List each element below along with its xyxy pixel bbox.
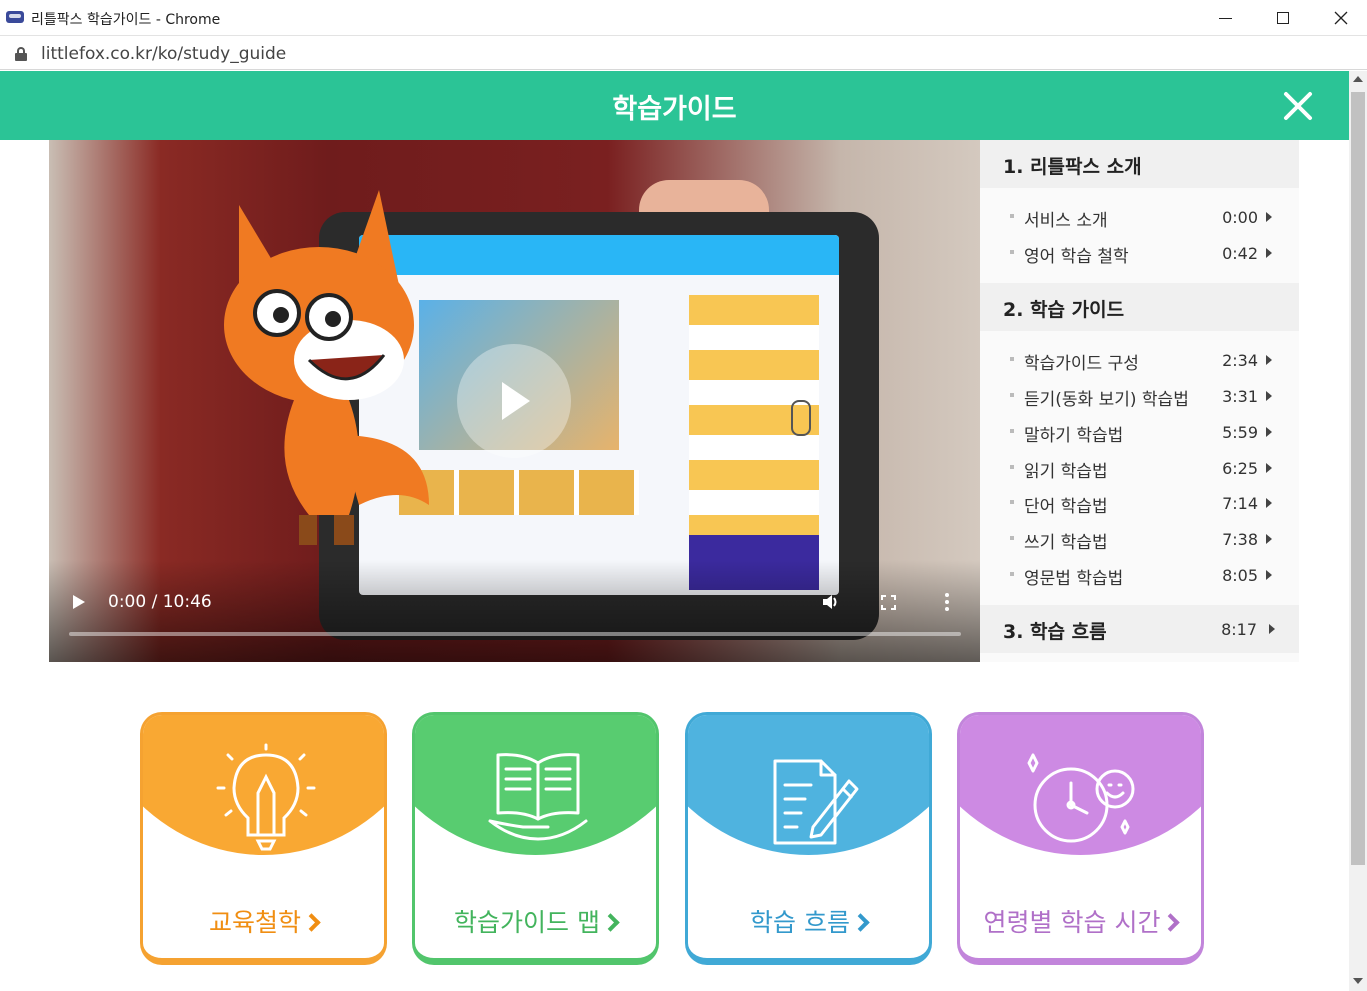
chapter-section-3[interactable]: 3. 학습 흐름 8:17 (980, 605, 1299, 653)
more-options-icon[interactable] (944, 593, 950, 611)
video-player[interactable]: 0:00 / 10:46 (49, 140, 980, 662)
play-arrow-icon (1266, 427, 1272, 437)
play-arrow-icon (1266, 498, 1272, 508)
chapter-item-time: 2:34 (1222, 351, 1258, 370)
chapter-item-time: 8:05 (1222, 566, 1258, 585)
section-title: 2. 학습 가이드 (1003, 299, 1125, 321)
chapter-section-1[interactable]: 1. 리틀팍스 소개 (980, 140, 1299, 188)
chevron-right-icon (851, 913, 870, 932)
window-title: 리틀팍스 학습가이드 - Chrome (31, 12, 221, 28)
url-text[interactable]: littlefox.co.kr/ko/study_guide (41, 44, 286, 64)
document-pen-icon (773, 759, 859, 845)
chapter-item-time: 5:59 (1222, 423, 1258, 442)
page-header: 학습가이드 (0, 71, 1349, 140)
chevron-right-icon (1161, 913, 1181, 932)
card-study-flow[interactable]: 학습 흐름 (685, 712, 932, 965)
chapter-item[interactable]: 듣기(동화 보기) 학습법 3:31 (980, 379, 1299, 415)
card-label: 학습 흐름 (750, 908, 850, 937)
video-progress-bar[interactable] (69, 632, 961, 636)
littlefox-logo-icon (6, 11, 24, 23)
chapter-item-label: 학습가이드 구성 (1024, 354, 1139, 374)
play-arrow-icon (1266, 212, 1272, 222)
scroll-down-icon[interactable] (1353, 978, 1363, 984)
section-title: 3. 학습 흐름 (1003, 621, 1107, 643)
chapter-section-2[interactable]: 2. 학습 가이드 (980, 283, 1299, 331)
play-arrow-icon (1266, 391, 1272, 401)
open-book-hand-icon (488, 753, 588, 841)
chapter-item-label: 쓰기 학습법 (1024, 533, 1108, 553)
card-study-time-by-age[interactable]: 연령별 학습 시간 (957, 712, 1204, 965)
volume-icon[interactable] (821, 592, 841, 612)
close-icon (1334, 11, 1348, 25)
video-frame-home-button (791, 400, 811, 436)
chapter-item-label: 영어 학습 철학 (1024, 247, 1129, 267)
play-arrow-icon (1266, 355, 1272, 365)
scrollbar-thumb[interactable] (1351, 92, 1365, 865)
window-titlebar: 리틀팍스 학습가이드 - Chrome (0, 0, 1367, 36)
chapter-item[interactable]: 말하기 학습법 5:59 (980, 415, 1299, 451)
play-arrow-icon (1266, 534, 1272, 544)
scroll-up-icon[interactable] (1353, 76, 1363, 82)
chapter-item-label: 말하기 학습법 (1024, 426, 1124, 446)
chapter-item[interactable]: 학습가이드 구성 2:34 (980, 343, 1299, 379)
lightbulb-pencil-icon (216, 743, 316, 851)
chapter-item-time: 7:14 (1222, 494, 1258, 513)
chevron-right-icon (302, 913, 321, 932)
section-title: 1. 리틀팍스 소개 (1003, 156, 1142, 178)
close-icon[interactable] (1276, 85, 1318, 127)
chapter-item[interactable]: 서비스 소개 0:00 (980, 200, 1299, 236)
play-arrow-icon (1266, 248, 1272, 258)
chapter-item-label: 읽기 학습법 (1024, 462, 1108, 482)
chapter-item-label: 영문법 학습법 (1024, 569, 1124, 589)
card-study-guide-map[interactable]: 학습가이드 맵 (412, 712, 659, 965)
play-arrow-icon (1266, 570, 1272, 580)
chapter-item[interactable]: 단어 학습법 7:14 (980, 486, 1299, 522)
page-title: 학습가이드 (612, 94, 737, 125)
minimize-icon (1218, 17, 1232, 19)
card-label: 교육철학 (208, 908, 301, 937)
fox-mascot-icon (224, 190, 429, 545)
chapter-item-label: 서비스 소개 (1024, 211, 1108, 231)
chapter-item-time: 0:00 (1222, 208, 1258, 227)
video-time: 0:00 / 10:46 (108, 592, 212, 612)
chapter-item[interactable]: 영어 학습 철학 0:42 (980, 236, 1299, 272)
play-arrow-icon (1266, 463, 1272, 473)
card-label: 연령별 학습 시간 (983, 908, 1161, 937)
chapter-item-time: 0:42 (1222, 244, 1258, 263)
section-time: 8:17 (1221, 620, 1257, 639)
big-play-button[interactable] (457, 344, 571, 458)
chapter-panel: 1. 리틀팍스 소개 서비스 소개 0:00 영어 학습 철학 0:42 2. … (980, 140, 1299, 662)
lock-icon (15, 47, 27, 61)
chapter-item-time: 6:25 (1222, 459, 1258, 478)
play-arrow-icon (1269, 624, 1275, 634)
chapter-item-time: 3:31 (1222, 387, 1258, 406)
chapter-item-label: 단어 학습법 (1024, 497, 1108, 517)
maximize-icon (1277, 12, 1289, 24)
window-close-button[interactable] (1312, 0, 1367, 36)
card-label: 학습가이드 맵 (454, 908, 600, 937)
chapter-item-time: 7:38 (1222, 530, 1258, 549)
card-education-philosophy[interactable]: 교육철학 (140, 712, 387, 965)
play-icon[interactable] (73, 595, 85, 609)
fullscreen-icon[interactable] (881, 595, 896, 610)
chevron-right-icon (601, 913, 620, 932)
maximize-button[interactable] (1254, 0, 1312, 36)
clock-face-icon (1027, 753, 1135, 843)
chapter-item[interactable]: 읽기 학습법 6:25 (980, 451, 1299, 487)
chapter-item[interactable]: 영문법 학습법 8:05 (980, 558, 1299, 594)
chapter-item-label: 듣기(동화 보기) 학습법 (1024, 390, 1189, 410)
minimize-button[interactable] (1196, 0, 1254, 36)
chapter-item[interactable]: 쓰기 학습법 7:38 (980, 522, 1299, 558)
